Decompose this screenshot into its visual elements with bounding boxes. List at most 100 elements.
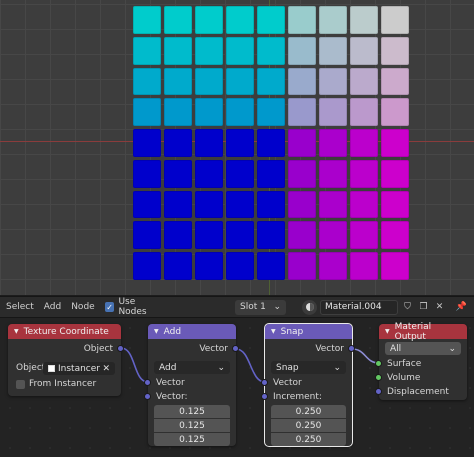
tile [133, 159, 161, 188]
output-object-socket[interactable] [117, 345, 124, 352]
tile [319, 252, 347, 280]
tile [226, 98, 254, 127]
tile [164, 98, 192, 127]
input-vector-socket[interactable] [261, 379, 268, 386]
input-volume-socket[interactable] [375, 374, 382, 381]
menu-select[interactable]: Select [6, 302, 34, 312]
tile [195, 67, 223, 96]
use-nodes-label: Use Nodes [118, 297, 147, 317]
tile [195, 190, 223, 219]
checkbox-checked-icon[interactable]: ✓ [104, 302, 115, 312]
collapse-triangle-icon[interactable]: ▼ [154, 328, 159, 335]
checkbox-unchecked-icon[interactable] [16, 379, 25, 389]
collapse-triangle-icon[interactable]: ▼ [385, 328, 390, 335]
tile [288, 129, 316, 157]
material-name-field[interactable]: Material.004 [320, 299, 398, 315]
tile [226, 252, 254, 280]
collapse-triangle-icon[interactable]: ▼ [271, 328, 276, 335]
output-object-label: Object [83, 344, 113, 354]
tile [257, 6, 285, 34]
output-vector-socket[interactable] [348, 345, 355, 352]
increment-z-field[interactable]: 0.250 [271, 433, 346, 446]
tile [381, 221, 409, 250]
target-value: All [390, 343, 402, 354]
from-instancer-row[interactable]: From Instancer [8, 377, 121, 391]
menu-add[interactable]: Add [44, 302, 61, 312]
3d-viewport[interactable] [0, 0, 474, 295]
node-header-bar[interactable]: ▼ Texture Coordinate [8, 324, 121, 339]
tile [288, 36, 316, 65]
input-vector-socket[interactable] [144, 379, 151, 386]
vector-y-field[interactable]: 0.125 [154, 419, 230, 432]
tile-grid-object[interactable] [133, 6, 409, 280]
tile [288, 159, 316, 188]
tile [319, 36, 347, 65]
input-surface-socket[interactable] [375, 360, 382, 367]
operation-value: Snap [276, 362, 299, 373]
tile [381, 190, 409, 219]
menu-node[interactable]: Node [71, 302, 95, 312]
tile [288, 6, 316, 34]
material-browse-icon[interactable] [302, 299, 317, 315]
chevron-down-icon: ⌄ [273, 301, 281, 312]
tile [350, 129, 378, 157]
tile [195, 252, 223, 280]
node-header-bar[interactable]: ▼ Snap [265, 324, 352, 339]
tile [350, 36, 378, 65]
tile [319, 6, 347, 34]
tile [257, 67, 285, 96]
input-vector2-socket[interactable] [144, 393, 151, 400]
increment-y-field[interactable]: 0.250 [271, 419, 346, 432]
target-dropdown[interactable]: All ⌄ [385, 342, 461, 355]
tile [350, 252, 378, 280]
tile [381, 67, 409, 96]
node-texture-coordinate[interactable]: ▼ Texture Coordinate Object Object: Inst… [8, 324, 124, 396]
increment-label: Increment: [273, 392, 322, 402]
tile [133, 190, 161, 219]
node-header-bar[interactable]: ▼ Add [148, 324, 236, 339]
tile [164, 67, 192, 96]
operation-dropdown[interactable]: Add ⌄ [154, 361, 230, 374]
node-vector-add[interactable]: ▼ Add Vector Add ⌄ Vector Vector: 0.125 … [144, 324, 239, 446]
fake-user-shield-icon[interactable]: ⛉ [401, 301, 414, 314]
node-material-output[interactable]: ▼ Material Output All ⌄ Surface Volume D… [375, 322, 467, 400]
tile [257, 129, 285, 157]
clear-x-icon[interactable]: ✕ [102, 364, 110, 374]
input-displacement-socket[interactable] [375, 388, 382, 395]
use-nodes-toggle[interactable]: ✓ Use Nodes [104, 297, 165, 317]
tile [350, 221, 378, 250]
surface-label: Surface [387, 359, 422, 369]
tile [288, 190, 316, 219]
tile [164, 36, 192, 65]
input-vector-label: Vector [273, 378, 302, 388]
tile [350, 6, 378, 34]
output-object-row: Object [8, 342, 121, 356]
tile [319, 190, 347, 219]
node-vector-snap[interactable]: ▼ Snap Vector Snap ⌄ Vector Increment: 0… [261, 323, 355, 447]
tile [226, 129, 254, 157]
tile [226, 159, 254, 188]
tile [257, 252, 285, 280]
displacement-row: Displacement [379, 385, 467, 399]
volume-row: Volume [379, 371, 467, 385]
tile [381, 159, 409, 188]
slot-selector[interactable]: Slot 1 ⌄ [235, 299, 286, 315]
node-header-bar[interactable]: ▼ Material Output [379, 322, 467, 342]
tile [319, 98, 347, 127]
vector-z-field[interactable]: 0.125 [154, 433, 230, 446]
object-field[interactable]: Instancer ✕ [43, 362, 115, 375]
operation-dropdown[interactable]: Snap ⌄ [271, 361, 346, 374]
vector-x-field[interactable]: 0.125 [154, 405, 230, 418]
close-icon[interactable]: ✕ [433, 301, 446, 314]
output-vector-row: Vector [148, 342, 236, 356]
collapse-triangle-icon[interactable]: ▼ [14, 328, 19, 335]
input-increment-socket[interactable] [261, 393, 268, 400]
tile [257, 190, 285, 219]
duplicate-icon[interactable]: ❐ [417, 301, 430, 314]
pin-icon[interactable]: 📌 [455, 301, 468, 314]
output-vector-socket[interactable] [232, 345, 239, 352]
tile [195, 6, 223, 34]
increment-x-field[interactable]: 0.250 [271, 405, 346, 418]
object-cube-icon [48, 365, 55, 372]
tile [195, 36, 223, 65]
